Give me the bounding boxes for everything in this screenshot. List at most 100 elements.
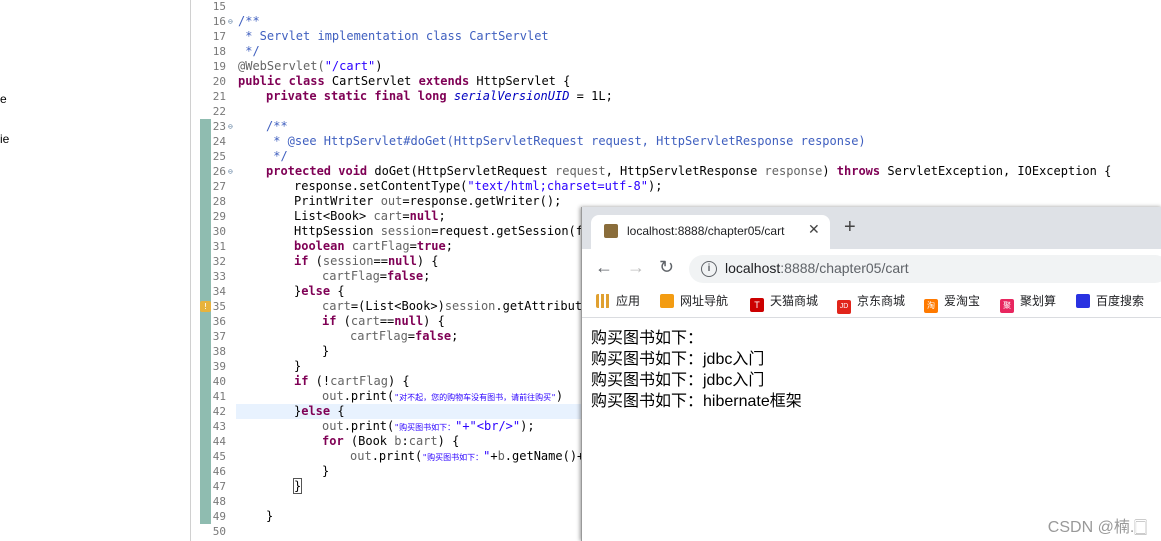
forward-arrow-icon[interactable]: → — [627, 257, 645, 277]
code-line: boolean cartFlag=true; — [294, 239, 453, 253]
close-tab-icon[interactable]: ✕ — [808, 221, 820, 238]
code-line: protected void doGet(HttpServletRequest … — [266, 164, 1112, 178]
reload-icon[interactable]: ↻ — [659, 257, 674, 277]
bookmarks-bar: 应用 网址导航 T 天猫商城 JD 京东商城 淘爱淘宝 聚聚划算 百度搜索 — [582, 287, 1161, 318]
bookmark-favicon-icon: JD — [837, 300, 851, 314]
content-line: 购买图书如下： — [591, 330, 704, 347]
code-line: out.print("购买图书如下："+b.getName()+ — [350, 449, 585, 463]
csdn-watermark: CSDN @楠.🀆 — [1047, 519, 1147, 536]
line-number: 19 — [212, 60, 226, 73]
content-line: 购买图书如下：jdbc入门 — [591, 351, 765, 368]
code-line: * @see HttpServlet#doGet(HttpServletRequ… — [266, 134, 866, 148]
bookmark-apps[interactable]: 应用 — [596, 293, 640, 309]
line-number: 17 — [212, 30, 226, 43]
code-line: */ — [266, 149, 288, 163]
code-line: /** — [266, 119, 288, 133]
line-number: 41 — [212, 390, 226, 403]
code-line: } — [266, 509, 274, 523]
page-favicon-icon — [604, 224, 618, 238]
code-line: cartFlag=false; — [322, 269, 431, 283]
line-number: 26 — [212, 165, 226, 178]
code-line: */ — [238, 44, 260, 58]
fold-toggle-icon[interactable]: ⊖ — [228, 14, 233, 29]
line-number: 22 — [212, 105, 226, 118]
address-bar[interactable]: i localhost:8888/chapter05/cart — [689, 255, 1161, 283]
code-line: } — [322, 464, 330, 478]
bookmark-item[interactable]: JD 京东商城 — [837, 293, 905, 314]
new-tab-button[interactable]: + — [844, 217, 856, 237]
code-line: public class CartServlet extends HttpSer… — [238, 74, 571, 88]
line-number: 40 — [212, 375, 226, 388]
code-line: private static final long serialVersionU… — [266, 89, 613, 103]
line-number: 48 — [212, 495, 226, 508]
code-line: @WebServlet("/cart") — [238, 59, 383, 73]
line-number: 44 — [212, 435, 226, 448]
content-line: 购买图书如下：hibernate框架 — [591, 393, 802, 410]
line-number: 46 — [212, 465, 226, 478]
line-number: 18 — [212, 45, 226, 58]
code-line: } — [322, 344, 330, 358]
line-number: 36 — [212, 315, 226, 328]
line-number: 43 — [212, 420, 226, 433]
code-line: if (session==null) { — [294, 254, 439, 268]
code-line: List<Book> cart=null; — [294, 209, 446, 223]
line-number: 42 — [212, 405, 226, 418]
line-number: 27 — [212, 180, 226, 193]
code-line: response.setContentType("text/html;chars… — [294, 179, 663, 193]
bookmark-favicon-icon: T — [750, 298, 764, 312]
bookmark-favicon-icon: 聚 — [1000, 299, 1014, 313]
warning-icon[interactable]: ! — [200, 301, 211, 312]
line-number: 24 — [212, 135, 226, 148]
code-line: cart=(List<Book>)session.getAttribute — [322, 299, 590, 313]
line-number: 20 — [212, 75, 226, 88]
tab-title: localhost:8888/chapter05/cart — [627, 224, 785, 238]
bookmark-item[interactable]: 百度搜索 — [1076, 293, 1144, 309]
code-line: } — [292, 478, 303, 494]
code-line: if (cart==null) { — [322, 314, 445, 328]
line-number: 30 — [212, 225, 226, 238]
code-line: }else { — [294, 404, 345, 418]
line-number: 25 — [212, 150, 226, 163]
code-line: } — [294, 359, 302, 373]
site-info-icon[interactable]: i — [701, 261, 717, 277]
browser-tab[interactable]: localhost:8888/chapter05/cart ✕ — [591, 215, 830, 249]
bookmark-item[interactable]: 网址导航 — [660, 293, 728, 309]
line-number: 49 — [212, 510, 226, 523]
bookmark-favicon-icon — [660, 294, 674, 308]
tab-bar: localhost:8888/chapter05/cart ✕ + — [582, 207, 1161, 249]
fold-toggle-icon[interactable]: ⊖ — [228, 119, 233, 134]
bookmark-item[interactable]: T 天猫商城 — [750, 293, 818, 312]
line-number: 21 — [212, 90, 226, 103]
explorer-text-fragment: e — [0, 92, 7, 106]
line-number: 31 — [212, 240, 226, 253]
bookmark-item[interactable]: 淘爱淘宝 — [924, 293, 980, 313]
fold-toggle-icon[interactable]: ⊖ — [228, 164, 233, 179]
line-number: 29 — [212, 210, 226, 223]
explorer-text-fragment: ie — [0, 132, 10, 146]
line-number: 37 — [212, 330, 226, 343]
code-line: cartFlag=false; — [350, 329, 459, 343]
page-content: 购买图书如下： 购买图书如下：jdbc入门 购买图书如下：jdbc入门 购买图书… — [591, 328, 802, 412]
line-number: 16 — [212, 15, 226, 28]
line-number: 47 — [212, 480, 226, 493]
code-line: out.print("对不起，您的购物车没有图书，请前往购买") — [322, 389, 564, 403]
code-line: HttpSession session=request.getSession(f… — [294, 224, 591, 238]
line-number: 38 — [212, 345, 226, 358]
code-line: * Servlet implementation class CartServl… — [238, 29, 549, 43]
line-number: 15 — [212, 0, 226, 13]
browser-toolbar: ← → ↻ i localhost:8888/chapter05/cart — [582, 249, 1161, 287]
bookmark-item[interactable]: 聚聚划算 — [1000, 293, 1056, 313]
browser-window: localhost:8888/chapter05/cart ✕ + ← → ↻ … — [581, 207, 1161, 541]
line-number: 34 — [212, 285, 226, 298]
bookmark-favicon-icon: 淘 — [924, 299, 938, 313]
code-line: PrintWriter out=response.getWriter(); — [294, 194, 562, 208]
code-line: for (Book b:cart) { — [322, 434, 460, 448]
current-line-highlight — [236, 404, 581, 419]
line-number: 39 — [212, 360, 226, 373]
content-line: 购买图书如下：jdbc入门 — [591, 372, 765, 389]
code-line: if (!cartFlag) { — [294, 374, 410, 388]
project-explorer-pane: e ie — [0, 0, 191, 541]
code-line: }else { — [294, 284, 345, 298]
code-line: out.print("购买图书如下："+"<br/>"); — [322, 419, 535, 433]
back-arrow-icon[interactable]: ← — [595, 257, 613, 277]
